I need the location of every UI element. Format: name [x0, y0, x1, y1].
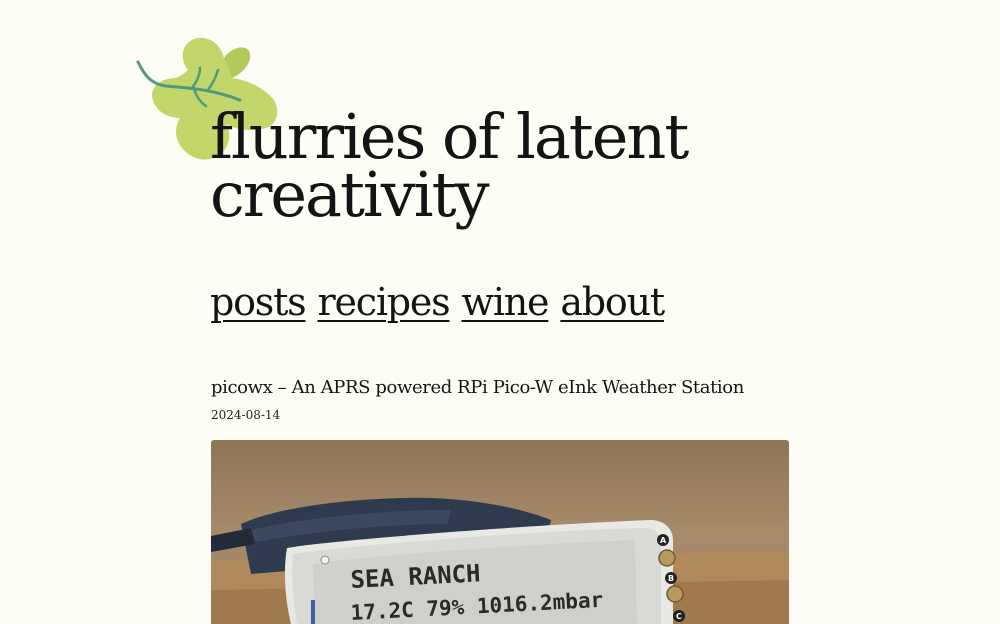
site-title-line2[interactable]: creativity: [210, 164, 770, 226]
nav-link-about[interactable]: about: [560, 280, 665, 324]
button-label-a: A: [660, 536, 667, 545]
button-label-c: C: [676, 612, 682, 621]
main-nav: posts recipes wine about: [210, 280, 665, 324]
nav-link-posts[interactable]: posts: [210, 280, 307, 324]
post-date: 2024-08-14: [211, 408, 281, 422]
post-title[interactable]: picowx – An APRS powered RPi Pico-W eInk…: [211, 377, 744, 398]
weather-station-photo: SEA RANCH 17.2C 79% 1016.2mbar A B C: [211, 497, 789, 624]
nav-link-wine[interactable]: wine: [462, 280, 550, 324]
nav-link-recipes[interactable]: recipes: [317, 280, 450, 324]
button-label-b: B: [668, 574, 674, 583]
site-title[interactable]: flurries of latent creativity: [210, 106, 770, 226]
post-hero-image[interactable]: SEA RANCH 17.2C 79% 1016.2mbar A B C: [211, 440, 789, 624]
